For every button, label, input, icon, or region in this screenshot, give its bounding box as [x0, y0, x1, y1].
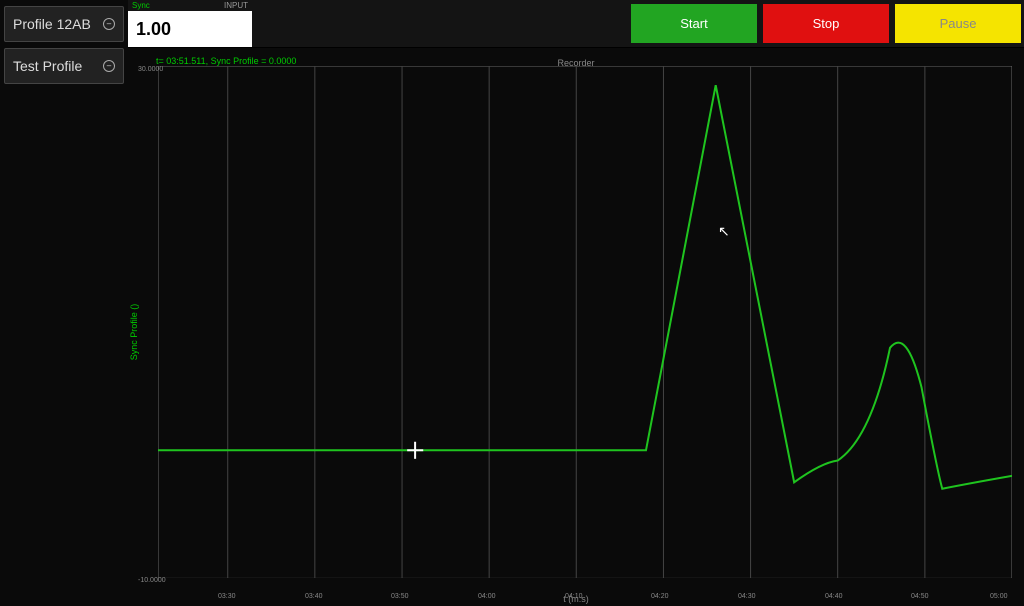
topbar: Sync INPUT Start Stop Pause	[128, 0, 1024, 48]
sync-value-input[interactable]	[128, 11, 252, 47]
series-sync-profile	[158, 85, 1012, 489]
x-tick: 04:00	[478, 593, 496, 600]
x-tick: 05:00	[990, 593, 1008, 600]
x-tick: 04:30	[738, 593, 756, 600]
app-root: Profile 12AB – Test Profile – Sync INPUT…	[0, 0, 1024, 606]
chart-svg	[158, 66, 1012, 578]
main-panel: Sync INPUT Start Stop Pause t= 03:51.511…	[128, 0, 1024, 606]
sidebar: Profile 12AB – Test Profile –	[0, 0, 128, 606]
input-right-label: INPUT	[224, 1, 248, 10]
time-cursor	[407, 442, 423, 459]
chart-overlay-label: t= 03:51.511, Sync Profile = 0.0000	[156, 56, 296, 66]
start-button[interactable]: Start	[631, 4, 757, 43]
x-tick: 04:20	[651, 593, 669, 600]
x-tick: 03:40	[305, 593, 323, 600]
pause-button[interactable]: Pause	[895, 4, 1021, 43]
x-tick: 03:30	[218, 593, 236, 600]
profile-select-2[interactable]: Test Profile –	[4, 48, 124, 84]
dropdown-icon: –	[103, 18, 115, 30]
x-tick: 04:40	[825, 593, 843, 600]
topbar-spacer	[252, 0, 628, 47]
x-tick: 04:10	[565, 593, 583, 600]
chart-area[interactable]: t= 03:51.511, Sync Profile = 0.0000 Reco…	[128, 48, 1024, 606]
profile-label: Profile 12AB	[13, 16, 91, 32]
stop-button[interactable]: Stop	[763, 4, 889, 43]
dropdown-icon: –	[103, 60, 115, 72]
numeric-input-group: Sync INPUT	[128, 0, 252, 47]
grid	[228, 66, 925, 578]
plot-border	[158, 66, 1012, 578]
profile-label: Test Profile	[13, 58, 82, 74]
input-left-label: Sync	[132, 1, 150, 10]
x-tick: 04:50	[911, 593, 929, 600]
profile-select-1[interactable]: Profile 12AB –	[4, 6, 124, 42]
input-label-row: Sync INPUT	[128, 0, 252, 11]
y-axis-caption: Sync Profile ()	[129, 304, 139, 361]
x-tick: 03:50	[391, 593, 409, 600]
chart-title: Recorder	[557, 58, 594, 68]
